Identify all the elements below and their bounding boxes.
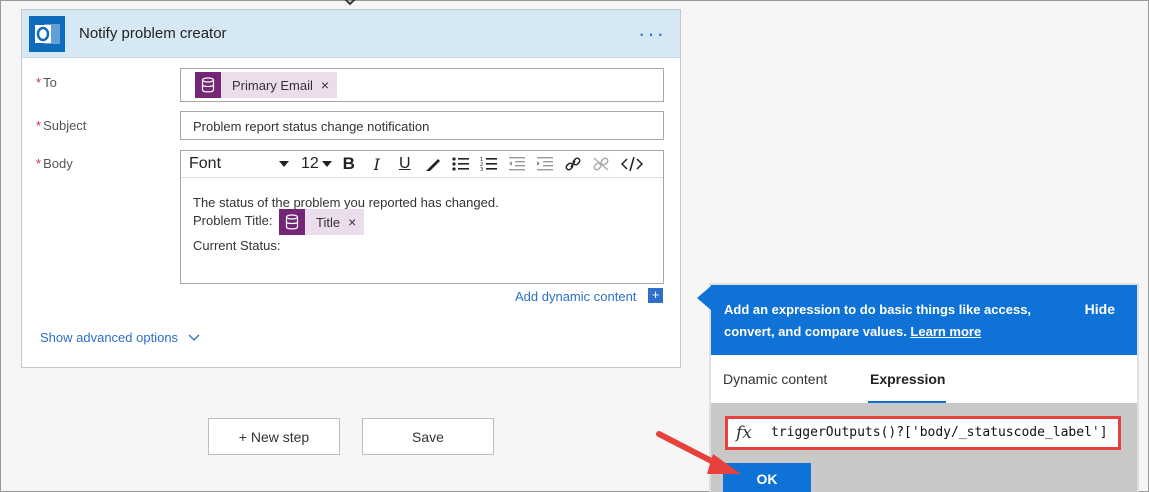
expression-panel-header: Add an expression to do basic things lik… bbox=[711, 285, 1137, 355]
tab-dynamic-content[interactable]: Dynamic content bbox=[723, 371, 827, 387]
highlight-pen-icon[interactable] bbox=[424, 154, 442, 174]
expression-panel: Add an expression to do basic things lik… bbox=[711, 285, 1137, 492]
action-card-header[interactable]: Notify problem creator ··· bbox=[22, 10, 680, 58]
bullet-list-icon[interactable] bbox=[452, 154, 470, 174]
body-line-3: Current Status: bbox=[193, 238, 281, 253]
chevron-down-icon bbox=[321, 161, 332, 167]
underline-button[interactable]: U bbox=[396, 154, 414, 174]
connector-arrow-icon bbox=[344, 0, 356, 6]
font-dropdown[interactable]: Font bbox=[189, 155, 289, 173]
new-step-button[interactable]: + New step bbox=[208, 418, 340, 455]
action-card: Notify problem creator ··· * To Primary E… bbox=[21, 9, 681, 368]
italic-button[interactable]: I bbox=[368, 154, 386, 174]
more-options-icon[interactable]: ··· bbox=[638, 22, 666, 44]
show-advanced-options[interactable]: Show advanced options bbox=[40, 330, 200, 345]
outlook-icon bbox=[29, 15, 65, 52]
link-icon[interactable] bbox=[564, 154, 582, 174]
panel-description: Add an expression to do basic things lik… bbox=[724, 302, 1032, 339]
hide-button[interactable]: Hide bbox=[1085, 301, 1115, 317]
title-token[interactable]: Title × bbox=[279, 209, 365, 235]
add-dynamic-content-plus-icon[interactable]: + bbox=[648, 288, 663, 303]
bold-button[interactable]: B bbox=[340, 154, 358, 174]
expression-editor-area: fx triggerOutputs()?['body/_statuscode_l… bbox=[711, 403, 1137, 492]
database-icon bbox=[279, 209, 305, 235]
remove-token-icon[interactable]: × bbox=[321, 77, 329, 93]
learn-more-link[interactable]: Learn more bbox=[910, 324, 981, 339]
tab-expression[interactable]: Expression bbox=[870, 371, 945, 387]
chevron-down-icon bbox=[188, 334, 200, 341]
database-icon bbox=[195, 72, 221, 98]
subject-value: Problem report status change notificatio… bbox=[193, 119, 430, 134]
body-label: * Body bbox=[36, 156, 73, 171]
subject-label: * Subject bbox=[36, 118, 87, 133]
increase-indent-icon[interactable] bbox=[536, 154, 554, 174]
expression-input[interactable]: fx triggerOutputs()?['body/_statuscode_l… bbox=[725, 416, 1121, 450]
subject-field[interactable]: Problem report status change notificatio… bbox=[180, 111, 664, 140]
svg-text:3: 3 bbox=[480, 167, 483, 172]
rich-text-toolbar: Font 12 B I U 123 bbox=[181, 151, 663, 178]
remove-token-icon[interactable]: × bbox=[348, 214, 356, 230]
body-line-1: The status of the problem you reported h… bbox=[193, 195, 499, 210]
decrease-indent-icon[interactable] bbox=[508, 154, 526, 174]
token-label: Primary Email bbox=[232, 77, 313, 93]
body-editor[interactable]: Font 12 B I U 123 The status of the prob… bbox=[180, 150, 664, 284]
numbered-list-icon[interactable]: 123 bbox=[480, 154, 498, 174]
annotation-arrow-icon bbox=[656, 431, 741, 474]
to-label: * To bbox=[36, 75, 57, 90]
add-dynamic-content-link[interactable]: Add dynamic content bbox=[515, 289, 636, 304]
to-field[interactable]: Primary Email × bbox=[180, 68, 664, 102]
expression-text: triggerOutputs()?['body/_statuscode_labe… bbox=[771, 425, 1108, 440]
chevron-down-icon bbox=[279, 161, 289, 167]
token-label: Title bbox=[316, 214, 341, 230]
code-view-icon[interactable] bbox=[620, 154, 644, 174]
primary-email-token[interactable]: Primary Email × bbox=[195, 72, 338, 98]
save-button[interactable]: Save bbox=[362, 418, 494, 455]
body-line-2-prefix: Problem Title: bbox=[193, 213, 273, 228]
font-size-dropdown[interactable]: 12 bbox=[301, 155, 332, 173]
unlink-icon[interactable] bbox=[592, 154, 610, 174]
panel-pointer bbox=[697, 286, 711, 310]
action-title: Notify problem creator bbox=[79, 25, 227, 42]
